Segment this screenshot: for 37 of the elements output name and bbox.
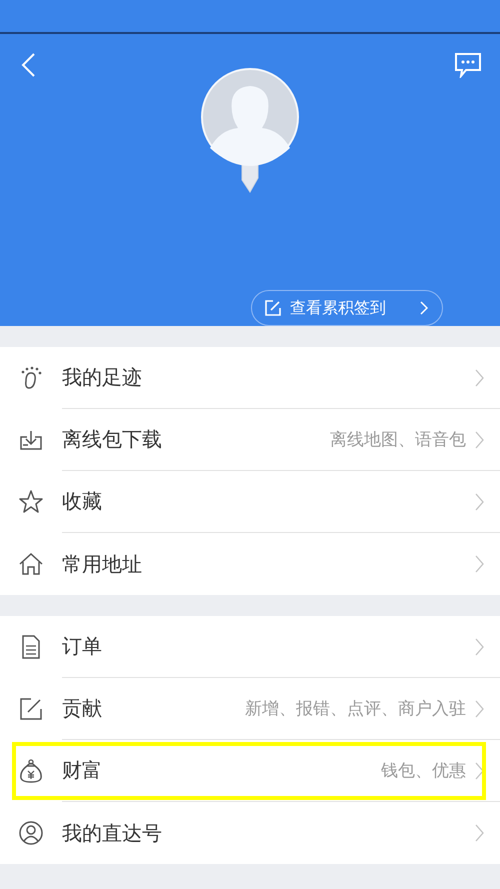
item-detail: 钱包、优惠 <box>381 760 466 782</box>
item-label: 我的足迹 <box>62 364 143 391</box>
chevron-icon <box>474 492 484 512</box>
item-label: 我的直达号 <box>62 820 163 846</box>
chevron-icon <box>474 368 484 388</box>
edit-icon <box>18 696 44 722</box>
chevron-icon <box>474 430 484 450</box>
menu-item[interactable]: 常用地址 <box>0 533 500 595</box>
menu-item[interactable]: 我的直达号 <box>0 802 500 864</box>
menu-item[interactable]: 我的足迹 <box>0 347 500 409</box>
chevron-icon <box>474 823 484 843</box>
item-detail: 离线地图、语音包 <box>330 429 466 451</box>
item-label: 财富 <box>62 757 103 784</box>
item-label: 贡献 <box>62 695 103 722</box>
checkin-button[interactable]: 查看累积签到 <box>251 290 443 326</box>
item-label: 收藏 <box>62 488 103 515</box>
menu-item[interactable]: 贡献 新增、报错、点评、商户入驻 <box>0 678 500 740</box>
item-label: 订单 <box>62 633 103 660</box>
menu-item[interactable]: 订单 <box>0 616 500 678</box>
menu-item[interactable]: 收藏 <box>0 471 500 533</box>
item-label: 常用地址 <box>62 550 143 578</box>
item-detail: 新增、报错、点评、商户入驻 <box>245 698 466 720</box>
user-circle-icon <box>18 820 44 846</box>
chevron-icon <box>474 554 484 574</box>
star-icon <box>18 489 44 515</box>
chevron-icon <box>474 760 484 780</box>
item-label: 离线包下载 <box>62 426 163 453</box>
back-icon[interactable] <box>20 52 36 78</box>
chevron-icon <box>474 698 484 718</box>
edit-icon <box>264 299 282 317</box>
money-bag-icon <box>18 758 44 784</box>
menu-item[interactable]: 财富 钱包、优惠 <box>0 740 500 802</box>
message-icon[interactable] <box>454 52 482 78</box>
home-icon <box>18 551 44 577</box>
chevron-icon <box>420 301 428 315</box>
chevron-icon <box>474 636 484 656</box>
menu-item[interactable]: 离线包下载 离线地图、语音包 <box>0 409 500 471</box>
